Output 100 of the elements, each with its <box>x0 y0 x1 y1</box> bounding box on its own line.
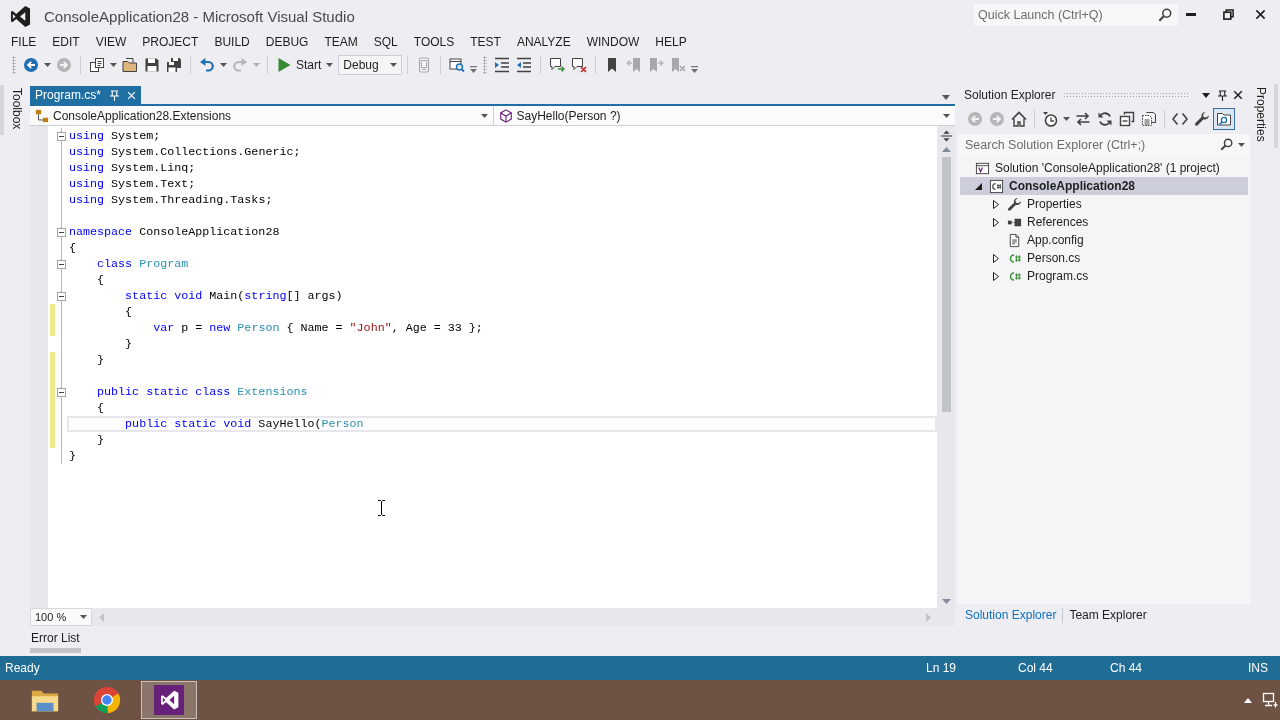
folder-magnifier-icon <box>1216 111 1232 127</box>
type-dropdown[interactable]: ConsoleApplication28.Extensions <box>30 106 493 125</box>
grip-handle[interactable] <box>483 56 488 74</box>
outdent-icon <box>516 57 533 73</box>
code-line: using System.Linq; <box>69 161 196 175</box>
code-line: } <box>96 353 105 367</box>
menu-item[interactable]: ANALYZE <box>508 32 579 52</box>
code-line: public static void SayHello(Person <box>124 417 364 431</box>
caret-icon <box>110 63 117 67</box>
triangle-down-icon <box>941 598 951 604</box>
menu-item[interactable]: TOOLS <box>405 32 463 52</box>
panel-tab[interactable]: Team Explorer <box>1066 608 1150 622</box>
code-line: using System.Collections.Generic; <box>69 145 301 159</box>
bookmark-arrow-icon <box>626 57 643 73</box>
two-arrows-icon <box>1075 111 1091 127</box>
collapsed-arrow-icon[interactable] <box>993 217 999 227</box>
code-line: { <box>124 305 133 319</box>
quick-launch-field[interactable]: Quick Launch (Ctrl+Q) <box>974 4 1178 26</box>
collapsed-arrow-icon[interactable] <box>993 253 999 263</box>
panel-tab[interactable]: Solution Explorer <box>962 608 1060 622</box>
caret-icon <box>1202 92 1210 98</box>
properties-tab[interactable]: Properties <box>1252 84 1278 148</box>
splitter-icon[interactable] <box>940 130 952 142</box>
tree-item[interactable]: Person.cs <box>960 249 1248 267</box>
code-line: namespace ConsoleApplication28 <box>69 225 280 239</box>
back-arrow-icon <box>23 57 39 73</box>
project-icon <box>989 178 1004 194</box>
caret-icon <box>253 63 260 67</box>
overflow-caret-icon <box>691 66 699 73</box>
minus-box-icon[interactable] <box>57 387 66 397</box>
tree-item[interactable]: References <box>960 213 1248 231</box>
speech-bubble-cross-icon <box>571 57 588 73</box>
caret-icon <box>44 63 51 67</box>
triangle-right-icon <box>925 612 931 622</box>
vertical-scrollbar[interactable] <box>937 126 955 608</box>
undo-arrow-icon <box>199 57 215 73</box>
code-line: using System; <box>69 129 161 143</box>
menu-item[interactable]: PROJECT <box>134 32 207 52</box>
wrench-icon <box>1194 111 1210 127</box>
overflow-caret-icon <box>470 66 478 73</box>
menu-item[interactable]: DEBUG <box>257 32 317 52</box>
collapsed-arrow-icon[interactable] <box>993 271 999 281</box>
tree-item[interactable]: ConsoleApplication28 <box>960 177 1248 195</box>
forward-arrow-icon <box>56 57 72 73</box>
grip-handle[interactable] <box>12 56 16 74</box>
minus-box-icon[interactable] <box>57 227 66 237</box>
play-icon <box>276 57 292 73</box>
caret-icon <box>480 113 488 118</box>
document-tab[interactable]: Program.cs* <box>30 86 142 104</box>
refresh-icon <box>1097 111 1113 127</box>
member-dropdown[interactable]: SayHello(Person ?) <box>492 106 955 125</box>
tree-item[interactable]: App.config <box>960 231 1248 249</box>
bookmark-cross-icon <box>670 57 687 73</box>
status-text: Ln 19 <box>926 661 958 675</box>
caret-icon <box>326 63 334 67</box>
panel-title: Solution Explorer <box>963 88 1056 102</box>
menu-item[interactable]: EDIT <box>44 32 88 52</box>
code-line: { <box>96 401 105 415</box>
wrench-icon <box>1007 196 1022 212</box>
code-line: public static class Extensions <box>96 385 308 399</box>
code-line: { <box>69 241 76 255</box>
window-title: ConsoleApplication28 - Microsoft Visual Studio <box>44 7 355 25</box>
window-magnifier-icon <box>449 57 466 73</box>
collapsed-arrow-icon[interactable] <box>993 199 999 209</box>
ribbon-logo-icon <box>10 4 31 28</box>
minus-box-icon[interactable] <box>57 259 66 269</box>
search-field[interactable]: Search Solution Explorer (Ctrl+;) <box>958 134 1250 155</box>
expanded-arrow-icon[interactable] <box>974 182 982 190</box>
menu-item[interactable]: FILE <box>3 32 45 52</box>
zoom-dropdown[interactable]: 100 % <box>30 608 92 626</box>
tree-item[interactable]: Program.cs <box>960 267 1248 285</box>
indent-icon <box>494 57 511 73</box>
toolbox-tab[interactable]: Toolbox <box>0 85 26 136</box>
tree-item[interactable]: Properties <box>960 195 1248 213</box>
code-line: using System.Text; <box>69 177 196 191</box>
taskbar-button[interactable] <box>141 681 197 719</box>
scrollbar-thumb[interactable] <box>941 157 951 412</box>
menu-item[interactable]: HELP <box>647 32 695 52</box>
tree-item[interactable]: Solution 'ConsoleApplication28' (1 project) <box>960 159 1248 177</box>
configuration-dropdown[interactable]: Debug <box>338 55 403 75</box>
minus-box-icon[interactable] <box>57 131 66 141</box>
folder-magnifier-button[interactable] <box>1213 108 1235 130</box>
code-brackets-icon <box>1172 111 1188 127</box>
caret-icon <box>1063 117 1070 121</box>
menu-item[interactable]: WINDOW <box>578 32 648 52</box>
close-icon[interactable] <box>127 90 137 100</box>
redo-arrow-icon <box>232 57 248 73</box>
start-button[interactable]: Start <box>273 54 325 76</box>
menu-item[interactable]: VIEW <box>87 32 135 52</box>
forward-arrow-icon <box>989 111 1005 127</box>
document-icon <box>1007 232 1022 248</box>
menu-item[interactable]: TEST <box>462 32 509 52</box>
network-icon[interactable] <box>1262 692 1278 708</box>
house-icon <box>1011 111 1027 127</box>
triangle-up-icon <box>941 146 951 152</box>
menu-item[interactable]: TEAM <box>316 32 366 52</box>
pin-icon[interactable] <box>110 89 120 101</box>
menu-item[interactable]: BUILD <box>206 32 258 52</box>
minus-box-icon[interactable] <box>57 291 66 301</box>
menu-item[interactable]: SQL <box>365 32 406 52</box>
